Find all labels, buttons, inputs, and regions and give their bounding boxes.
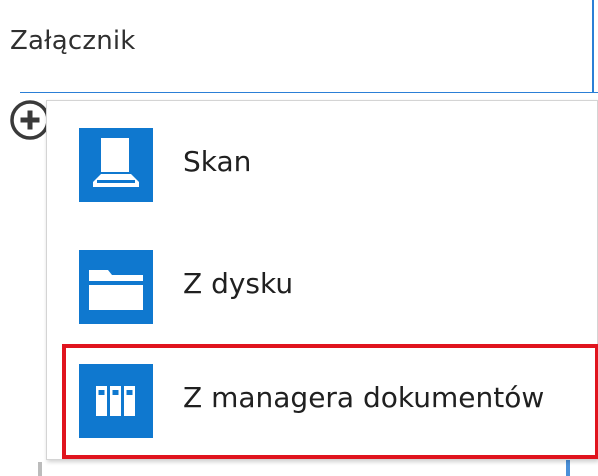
menu-item-label-skan: Skan: [183, 145, 252, 178]
scanner-icon: [79, 128, 153, 202]
menu-item-z-managera-dokumentow[interactable]: Z managera dokumentów: [47, 345, 597, 455]
field-underline: [20, 92, 598, 93]
folder-icon: [79, 250, 153, 324]
menu-item-label-z-managera-dokumentow: Z managera dokumentów: [183, 381, 545, 414]
binders-icon: [79, 364, 153, 438]
menu-item-label-z-dysku: Z dysku: [183, 267, 294, 300]
menu-item-skan[interactable]: Skan: [47, 109, 597, 219]
field-border-right: [592, 0, 594, 92]
attachment-label: Załącznik: [10, 26, 136, 56]
menu-item-z-dysku[interactable]: Z dysku: [47, 231, 597, 341]
attachment-source-menu: Skan Z dysku Z managera dokumentów: [46, 100, 598, 460]
background-edge-right: [566, 460, 570, 476]
background-edge: [38, 462, 42, 476]
